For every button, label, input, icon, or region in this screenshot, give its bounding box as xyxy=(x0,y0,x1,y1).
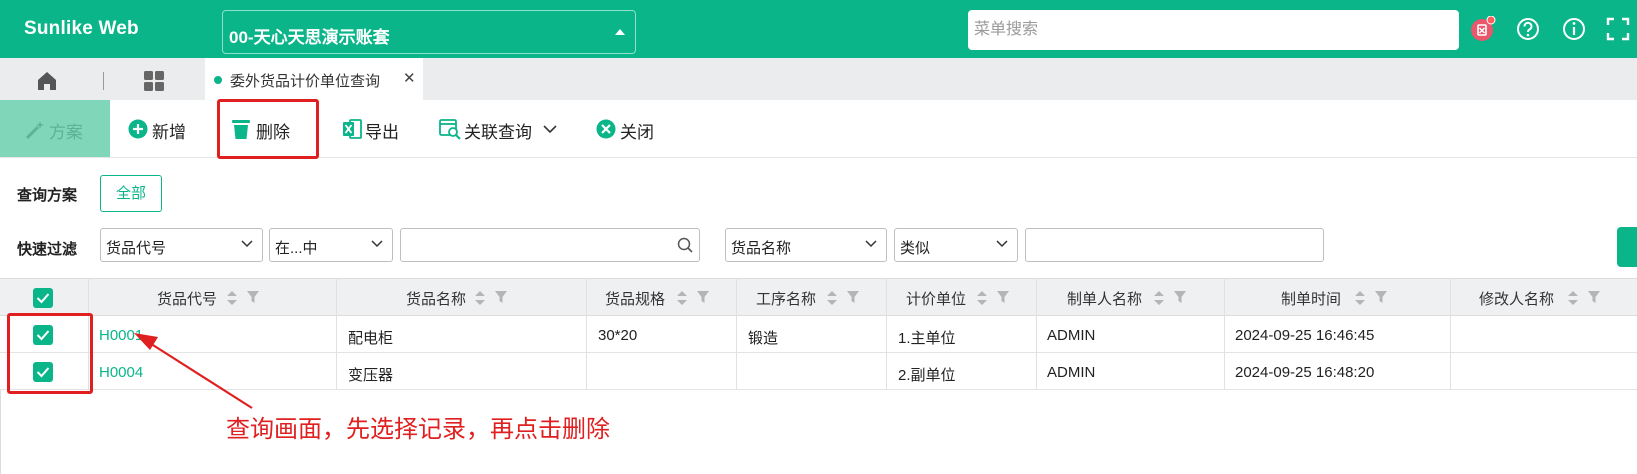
app-window: Sunlike Web 00-天心天思演示账套 委外货品计价单位查询 xyxy=(0,0,1637,474)
annotation-note: 查询画面，先选择记录，再点击删除 xyxy=(226,416,610,443)
annotation-arrow xyxy=(134,333,253,409)
